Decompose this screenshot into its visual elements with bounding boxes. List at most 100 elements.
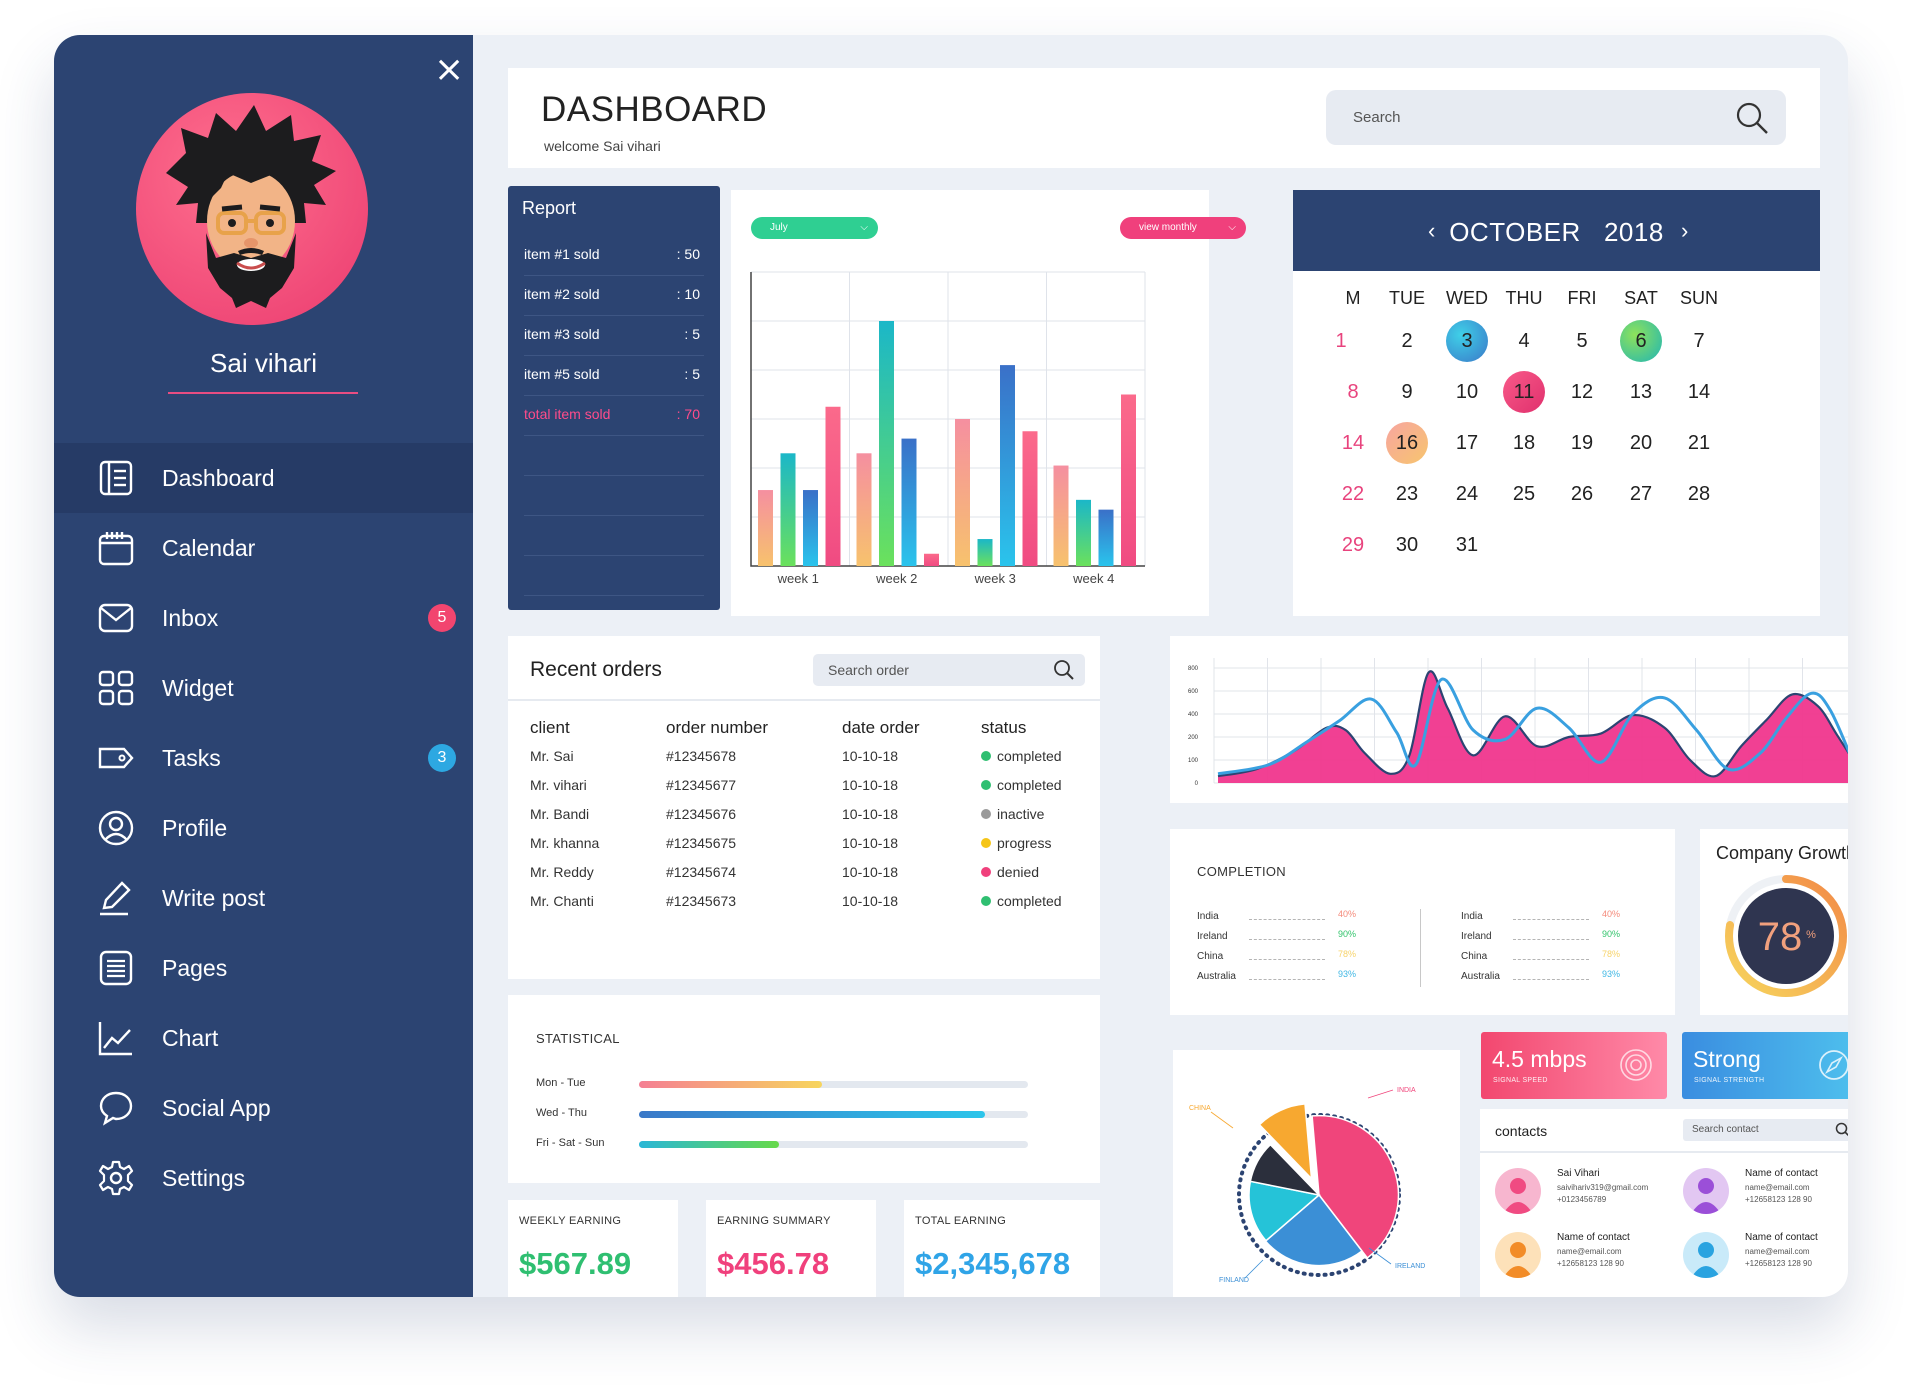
- calendar-day[interactable]: 6: [1620, 320, 1662, 362]
- sidebar-item-social-app[interactable]: Social App: [54, 1073, 473, 1143]
- sidebar-item-calendar[interactable]: Calendar: [54, 513, 473, 583]
- contact-item[interactable]: Sai Vihari saivihariv319@gmail.com +012345…: [1495, 1164, 1675, 1219]
- table-row[interactable]: Mr. khanna #12345675 10-10-18 progress: [508, 835, 1100, 857]
- contact-avatar: [1683, 1168, 1729, 1214]
- bar[interactable]: [1053, 465, 1069, 566]
- completion-percent: 40%: [1338, 909, 1357, 919]
- bar[interactable]: [856, 453, 872, 566]
- bar[interactable]: [1098, 509, 1114, 566]
- calendar-day[interactable]: 29: [1332, 524, 1374, 566]
- calendar-day[interactable]: 24: [1446, 473, 1488, 515]
- calendar-day[interactable]: 19: [1561, 422, 1603, 464]
- company-growth-panel: Company Growth 78 %: [1700, 829, 1848, 1015]
- contact-item[interactable]: Name of contact name@email.com +12658123 1…: [1683, 1164, 1848, 1219]
- calendar-day[interactable]: 3: [1446, 320, 1488, 362]
- search-icon[interactable]: [1053, 659, 1075, 686]
- report-row-label: item #5 sold: [524, 366, 600, 382]
- completion-row: Ireland 90%: [1461, 929, 1661, 947]
- close-icon[interactable]: ×: [434, 52, 464, 88]
- bar[interactable]: [924, 553, 939, 566]
- table-row[interactable]: Mr. Sai #12345678 10-10-18 completed: [508, 748, 1100, 770]
- calendar-day[interactable]: 14: [1678, 371, 1720, 413]
- contact-item[interactable]: Name of contact name@email.com +12658123 1…: [1495, 1228, 1675, 1283]
- calendar-day[interactable]: 25: [1503, 473, 1545, 515]
- calendar-day[interactable]: 30: [1386, 524, 1428, 566]
- sidebar-item-chart[interactable]: Chart: [54, 1003, 473, 1073]
- calendar-day[interactable]: 9: [1386, 371, 1428, 413]
- table-row[interactable]: Mr. Bandi #12345676 10-10-18 inactive: [508, 806, 1100, 828]
- bar[interactable]: [758, 490, 773, 566]
- area-series[interactable]: [1218, 671, 1848, 783]
- table-row[interactable]: Mr. vihari #12345677 10-10-18 completed: [508, 777, 1100, 799]
- calendar-day[interactable]: 22: [1332, 473, 1374, 515]
- earning-label: WEEKLY EARNING: [519, 1215, 622, 1227]
- calendar-day[interactable]: 13: [1620, 371, 1662, 413]
- bar[interactable]: [901, 438, 917, 566]
- completion-percent: 93%: [1338, 969, 1357, 979]
- bar[interactable]: [1121, 394, 1136, 567]
- chevron-right-icon[interactable]: ›: [1681, 218, 1688, 244]
- sidebar-item-write-post[interactable]: Write post: [54, 863, 473, 933]
- calendar-day[interactable]: 17: [1446, 422, 1488, 464]
- contact-name: Name of contact: [1745, 1168, 1818, 1179]
- order-number: #12345674: [666, 864, 737, 880]
- bar[interactable]: [977, 539, 993, 566]
- report-row: item #1 sold : 50: [524, 236, 704, 276]
- calendar-day[interactable]: 12: [1561, 371, 1603, 413]
- table-row[interactable]: Mr. Reddy #12345674 10-10-18 denied: [508, 864, 1100, 886]
- calendar-day[interactable]: 8: [1332, 371, 1374, 413]
- order-search-input[interactable]: Search order: [813, 654, 1085, 686]
- sidebar-item-settings[interactable]: Settings: [54, 1143, 473, 1213]
- bar[interactable]: [1076, 499, 1091, 566]
- bar[interactable]: [825, 406, 841, 566]
- signal-strength-tile[interactable]: Strong SIGNAL STRENGTH: [1682, 1032, 1848, 1099]
- calendar-day[interactable]: 28: [1678, 473, 1720, 515]
- bar[interactable]: [955, 419, 970, 566]
- bar[interactable]: [780, 453, 796, 566]
- calendar-day[interactable]: 20: [1620, 422, 1662, 464]
- calendar-day[interactable]: 31: [1446, 524, 1488, 566]
- area-chart: 0 100 200 400 600 800: [1188, 658, 1848, 787]
- calendar-day[interactable]: 11: [1503, 371, 1545, 413]
- calendar-day[interactable]: 7: [1678, 320, 1720, 362]
- calendar-day[interactable]: 5: [1561, 320, 1603, 362]
- calendar-day[interactable]: 16: [1386, 422, 1428, 464]
- recent-orders-panel: Recent orders Search order client order …: [508, 636, 1100, 979]
- sidebar-item-profile[interactable]: Profile: [54, 793, 473, 863]
- avatar[interactable]: [136, 93, 368, 325]
- progress-fill: [639, 1111, 986, 1118]
- calendar-day[interactable]: 18: [1503, 422, 1545, 464]
- sidebar: × Sai vihari Dashboard Calendar Inbox 5 …: [54, 35, 473, 1297]
- contact-search-input[interactable]: Search contact: [1683, 1119, 1848, 1141]
- bar[interactable]: [879, 321, 894, 566]
- earning-value: $456.78: [717, 1246, 830, 1281]
- report-row-value: : 70: [676, 406, 700, 422]
- calendar-day[interactable]: 23: [1386, 473, 1428, 515]
- contact-item[interactable]: Name of contact name@email.com +12658123 1…: [1683, 1228, 1848, 1283]
- search-input[interactable]: Search: [1326, 90, 1786, 145]
- signal-speed-tile[interactable]: 4.5 mbps SIGNAL SPEED: [1481, 1032, 1667, 1099]
- sidebar-item-inbox[interactable]: Inbox 5: [54, 583, 473, 653]
- sidebar-item-pages[interactable]: Pages: [54, 933, 473, 1003]
- calendar-day[interactable]: 14: [1332, 422, 1374, 464]
- y-tick-label: 100: [1188, 758, 1199, 764]
- bar[interactable]: [1022, 431, 1038, 566]
- sidebar-item-dashboard[interactable]: Dashboard: [54, 443, 473, 513]
- calendar-day[interactable]: 21: [1678, 422, 1720, 464]
- search-icon[interactable]: [1734, 100, 1770, 141]
- calendar-day[interactable]: 1: [1320, 320, 1362, 362]
- calendar-day[interactable]: 2: [1386, 320, 1428, 362]
- calendar-day[interactable]: 10: [1446, 371, 1488, 413]
- bar[interactable]: [1000, 365, 1015, 566]
- sidebar-item-tasks[interactable]: Tasks 3: [54, 723, 473, 793]
- calendar-day[interactable]: 4: [1503, 320, 1545, 362]
- sidebar-item-widget[interactable]: Widget: [54, 653, 473, 723]
- sidebar-item-label: Write post: [162, 884, 266, 911]
- calendar-day[interactable]: 27: [1620, 473, 1662, 515]
- progress-fill: [639, 1141, 780, 1148]
- search-icon[interactable]: [1835, 1122, 1848, 1143]
- table-row[interactable]: Mr. Chanti #12345673 10-10-18 completed: [508, 893, 1100, 915]
- calendar-day[interactable]: 26: [1561, 473, 1603, 515]
- bar[interactable]: [803, 490, 818, 566]
- status-label: completed: [997, 893, 1062, 909]
